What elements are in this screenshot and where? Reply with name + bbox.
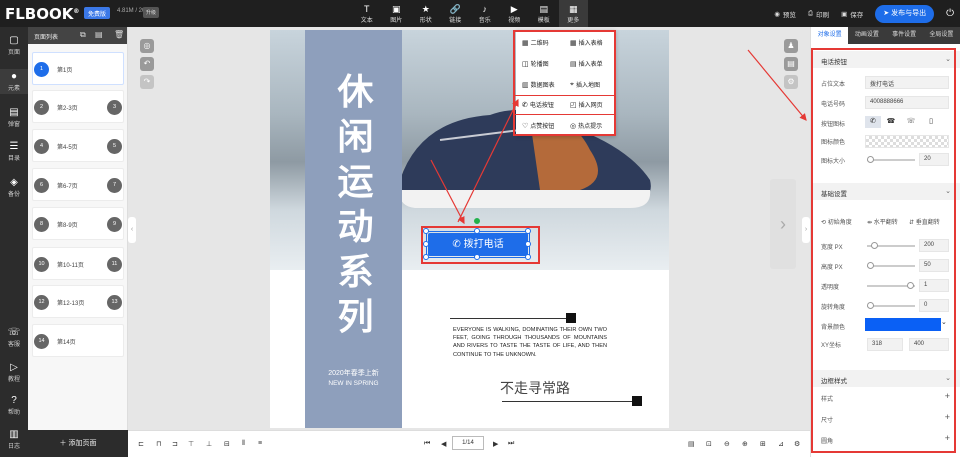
tab-object-settings[interactable]: 对象设置: [811, 27, 849, 44]
zoom-in-icon[interactable]: ⊕: [742, 440, 748, 448]
fit-icon[interactable]: ⊡: [706, 440, 712, 448]
first-page-icon[interactable]: ⏮: [424, 440, 430, 448]
align-middle-icon[interactable]: ⊥: [206, 440, 212, 448]
highlight-properties-panel: [811, 48, 956, 453]
next-page-icon[interactable]: ▶: [493, 440, 498, 448]
tab-event-settings[interactable]: 事件设置: [886, 27, 923, 44]
grid-icon[interactable]: ⊞: [760, 440, 766, 448]
align-right-icon[interactable]: ⊐: [172, 440, 178, 448]
distribute-h-icon[interactable]: ⫴: [242, 440, 245, 448]
property-tabs: 对象设置 动画设置 事件设置 全局设置: [811, 27, 960, 44]
zoom-out-icon[interactable]: ⊖: [724, 440, 730, 448]
align-left-icon[interactable]: ⊏: [138, 440, 144, 448]
align-top-icon[interactable]: ⊤: [188, 440, 194, 448]
settings-icon[interactable]: ⚙: [794, 440, 800, 448]
distribute-v-icon[interactable]: ≡: [258, 440, 262, 447]
align-bottom-icon[interactable]: ⊟: [224, 440, 230, 448]
page-number-input[interactable]: 1/14: [452, 436, 484, 450]
last-page-icon[interactable]: ⏭: [508, 440, 514, 448]
align-center-icon[interactable]: ⊓: [156, 440, 161, 448]
tab-global-settings[interactable]: 全局设置: [923, 27, 960, 44]
ruler-icon[interactable]: ⊿: [778, 440, 784, 448]
layers-icon[interactable]: ▤: [688, 440, 695, 448]
tab-animation-settings[interactable]: 动画设置: [848, 27, 885, 44]
prev-page-icon[interactable]: ◀: [441, 440, 446, 448]
